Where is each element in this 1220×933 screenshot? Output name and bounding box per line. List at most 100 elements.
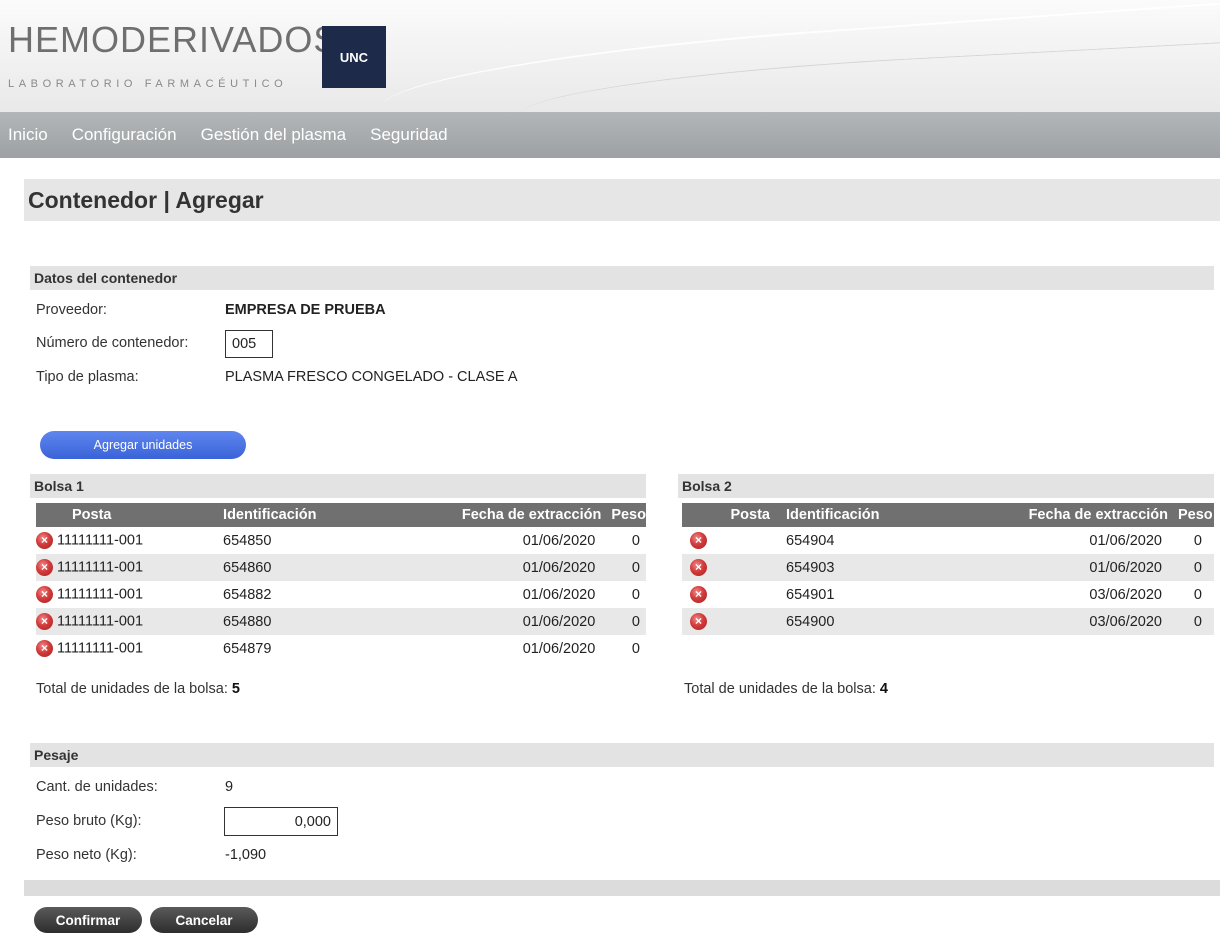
gross-weight-label: Peso bruto (Kg): xyxy=(36,813,142,829)
identificacion-cell: 654882 xyxy=(223,586,272,603)
delete-icon[interactable]: × xyxy=(36,640,53,657)
posta-cell: × 11111111-001 xyxy=(36,635,223,662)
delete-icon[interactable]: × xyxy=(690,613,707,630)
column-header-posta: Posta xyxy=(36,503,224,527)
delete-icon[interactable]: × xyxy=(36,586,53,603)
peso-cell: 0 xyxy=(605,554,646,581)
posta-cell: × 11111111-001 xyxy=(36,527,223,554)
fecha-cell: 01/06/2020 xyxy=(522,586,596,603)
provider-label: Proveedor: xyxy=(36,302,107,318)
posta-value: 11111111-001 xyxy=(57,586,144,603)
table-row: × 11111111-001 654860 01/06/2020 0 xyxy=(36,554,646,581)
column-header-identificacion: Identificación xyxy=(223,503,414,527)
column-header-fecha: Fecha de extracción xyxy=(413,503,606,527)
fecha-cell: 01/06/2020 xyxy=(413,554,606,581)
peso-cell: 0 xyxy=(631,586,640,603)
nav-item-inicio[interactable]: Inicio xyxy=(8,125,48,145)
column-header-identificacion: Identificación xyxy=(786,503,980,527)
plasma-type-label: Tipo de plasma: xyxy=(36,369,139,385)
posta-value: 11111111-001 xyxy=(57,532,144,549)
main-nav: Inicio Configuración Gestión del plasma … xyxy=(0,112,1220,158)
identificacion-cell: 654900 xyxy=(786,608,980,635)
table-row: × 654903 01/06/2020 0 xyxy=(682,554,1214,581)
bag-1-header: Bolsa 1 xyxy=(30,474,646,498)
posta-cell: × 11111111-001 xyxy=(36,554,224,581)
identificacion-cell: 654903 xyxy=(786,554,980,581)
net-weight-label: Peso neto (Kg): xyxy=(36,847,137,863)
delete-icon[interactable]: × xyxy=(36,532,53,549)
cancel-button[interactable]: Cancelar xyxy=(150,907,258,933)
bag-1-table: Posta Identificación Fecha de extracción… xyxy=(36,503,646,662)
fecha-cell: 01/06/2020 xyxy=(980,554,1174,581)
peso-cell: 0 xyxy=(1193,586,1202,603)
logo-text: HEMODERIVADOS xyxy=(8,19,339,60)
bag-1-total-value: 5 xyxy=(231,681,240,697)
peso-cell: 0 xyxy=(605,608,646,635)
footer-divider xyxy=(24,880,1220,896)
container-number-input[interactable] xyxy=(225,330,273,358)
table-row: × 11111111-001 654850 01/06/2020 0 xyxy=(36,527,646,554)
bag-1-total: Total de unidades de la bolsa: 5 xyxy=(36,681,240,697)
fecha-cell: 03/06/2020 xyxy=(1089,586,1162,603)
table-row: × 654900 03/06/2020 0 xyxy=(682,608,1214,635)
bag-2-total-value: 4 xyxy=(879,681,888,697)
provider-value: EMPRESA DE PRUEBA xyxy=(225,302,386,318)
gross-weight-input[interactable] xyxy=(224,807,338,836)
logo-badge: UNC xyxy=(322,26,386,88)
posta-cell: × xyxy=(682,608,786,635)
posta-value: 11111111-001 xyxy=(57,613,144,630)
table-row: × 11111111-001 654882 01/06/2020 0 xyxy=(36,581,646,608)
fecha-cell: 01/06/2020 xyxy=(1089,532,1162,549)
table-row: × 654901 03/06/2020 0 xyxy=(682,581,1214,608)
posta-cell: × xyxy=(682,527,786,554)
fecha-cell: 01/06/2020 xyxy=(413,608,606,635)
bag-2-header: Bolsa 2 xyxy=(678,474,1214,498)
delete-icon[interactable]: × xyxy=(36,613,53,630)
logo-subtitle: LABORATORIO FARMACÉUTICO xyxy=(8,78,288,90)
identificacion-cell: 654860 xyxy=(223,554,414,581)
container-number-label: Número de contenedor: xyxy=(36,335,189,351)
bag-2-total-label: Total de unidades de la bolsa: xyxy=(684,681,876,697)
peso-cell: 0 xyxy=(631,640,640,657)
identificacion-cell: 654850 xyxy=(223,532,272,549)
table-row: × 654904 01/06/2020 0 xyxy=(682,527,1214,554)
page-title: Contenedor | Agregar xyxy=(28,187,264,213)
identificacion-cell: 654901 xyxy=(786,586,835,603)
peso-cell: 0 xyxy=(1193,532,1202,549)
fecha-cell: 03/06/2020 xyxy=(980,608,1174,635)
section-weighing: Pesaje xyxy=(30,743,1214,767)
table-header-row: Posta Identificación Fecha de extracción… xyxy=(682,503,1214,527)
bag-1-total-label: Total de unidades de la bolsa: xyxy=(36,681,228,697)
identificacion-cell: 654879 xyxy=(223,640,272,657)
nav-item-seguridad[interactable]: Seguridad xyxy=(370,125,448,145)
nav-item-gestion-plasma[interactable]: Gestión del plasma xyxy=(201,125,347,145)
delete-icon[interactable]: × xyxy=(36,559,53,576)
net-weight-value: -1,090 xyxy=(225,847,267,863)
section-container-data: Datos del contenedor xyxy=(30,266,1214,290)
units-count-label: Cant. de unidades: xyxy=(36,779,158,795)
site-header: HEMODERIVADOS LABORATORIO FARMACÉUTICO U… xyxy=(0,0,1220,112)
confirm-button[interactable]: Confirmar xyxy=(34,907,142,933)
peso-cell: 0 xyxy=(1174,608,1214,635)
table-header-row: Posta Identificación Fecha de extracción… xyxy=(36,503,646,527)
identificacion-cell: 654880 xyxy=(223,608,414,635)
peso-cell: 0 xyxy=(1174,554,1214,581)
posta-cell: × xyxy=(682,581,786,608)
column-header-peso: Peso xyxy=(1174,503,1214,527)
bag-2-total: Total de unidades de la bolsa: 4 xyxy=(684,681,888,697)
column-header-peso: Peso xyxy=(605,503,646,527)
page-title-bar: Contenedor | Agregar xyxy=(24,179,1220,221)
nav-item-configuracion[interactable]: Configuración xyxy=(72,125,177,145)
units-count-value: 9 xyxy=(225,779,234,795)
fecha-cell: 01/06/2020 xyxy=(522,532,596,549)
table-row: × 11111111-001 654880 01/06/2020 0 xyxy=(36,608,646,635)
posta-cell: × xyxy=(682,554,786,581)
posta-cell: × 11111111-001 xyxy=(36,581,223,608)
add-units-button[interactable]: Agregar unidades xyxy=(40,431,246,459)
delete-icon[interactable]: × xyxy=(690,586,707,603)
delete-icon[interactable]: × xyxy=(690,559,707,576)
identificacion-cell: 654904 xyxy=(786,532,835,549)
bag-2-table: Posta Identificación Fecha de extracción… xyxy=(682,503,1214,635)
column-header-posta: Posta xyxy=(682,503,786,527)
delete-icon[interactable]: × xyxy=(690,532,707,549)
